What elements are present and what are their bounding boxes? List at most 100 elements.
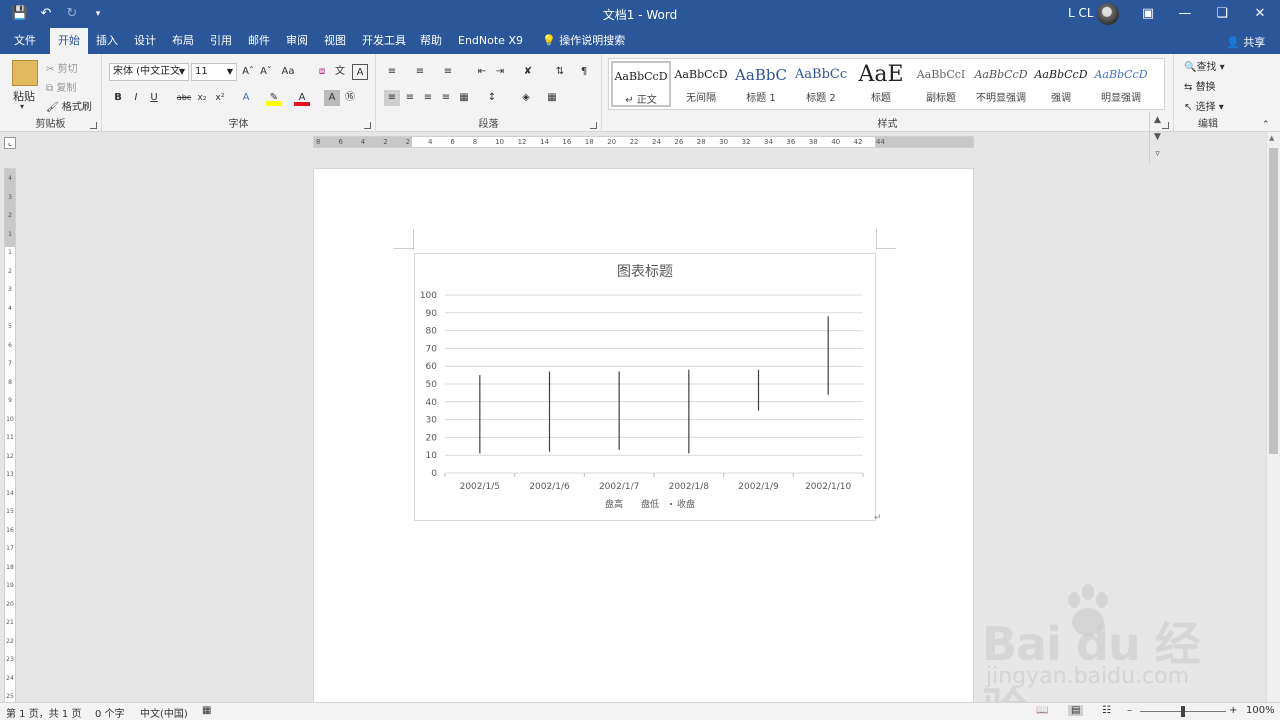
more-styles-icon[interactable]: ▿ — [1150, 146, 1165, 163]
select-button[interactable]: ↖ 选择 ▾ — [1184, 98, 1224, 113]
word-count[interactable]: 0 个字 — [95, 705, 125, 720]
shrink-font-icon[interactable]: Aˇ — [258, 64, 274, 80]
style-heading-1[interactable]: AaBbC 标题 1 — [731, 61, 791, 107]
chevron-up-icon[interactable]: ▲ — [1150, 112, 1165, 129]
collapse-ribbon-icon[interactable]: ⌃ — [1262, 120, 1270, 130]
increase-indent-icon[interactable]: ⇥ — [492, 64, 508, 80]
scroll-up-icon[interactable]: ▲ — [1269, 134, 1274, 142]
tab-developer[interactable]: 开发工具 — [354, 28, 414, 54]
close-icon[interactable]: ✕ — [1250, 4, 1270, 24]
font-size-combo[interactable]: 11 ▼ — [191, 63, 237, 81]
macro-record-icon[interactable]: ▦ — [202, 705, 211, 716]
ribbon-display-icon[interactable]: ▣ — [1138, 4, 1158, 24]
style-heading-2[interactable]: AaBbCc 标题 2 — [791, 61, 851, 107]
paragraph-launcher[interactable] — [590, 122, 597, 129]
format-painter-button[interactable]: 🖌 格式刷 — [46, 98, 92, 113]
minimize-icon[interactable]: — — [1175, 4, 1195, 24]
tab-selector[interactable]: ⌞ — [4, 137, 16, 149]
vertical-scrollbar[interactable]: ▲ — [1266, 132, 1280, 702]
tab-insert[interactable]: 插入 — [88, 28, 126, 54]
show-marks-icon[interactable]: ¶ — [576, 64, 592, 80]
asian-layout-icon[interactable]: ✘ — [520, 64, 536, 80]
strikethrough-icon[interactable]: abc — [176, 90, 192, 106]
font-launcher[interactable] — [364, 122, 371, 129]
tab-design[interactable]: 设计 — [126, 28, 164, 54]
tab-references[interactable]: 引用 — [202, 28, 240, 54]
multilevel-list-icon[interactable]: ≡ — [440, 64, 456, 80]
read-mode-icon[interactable]: 📖 — [1036, 705, 1048, 716]
style-no-spacing[interactable]: AaBbCcD 无间隔 — [671, 61, 731, 107]
paste-icon[interactable] — [12, 60, 38, 86]
avatar[interactable] — [1097, 3, 1119, 25]
change-case-icon[interactable]: Aa — [280, 64, 296, 80]
tell-me-search[interactable]: 💡 操作说明搜索 — [534, 28, 633, 54]
web-layout-icon[interactable]: ☷ — [1102, 705, 1111, 716]
align-center-icon[interactable]: ≡ — [402, 90, 418, 106]
tab-layout[interactable]: 布局 — [164, 28, 202, 54]
tab-view[interactable]: 视图 — [316, 28, 354, 54]
find-button[interactable]: 🔍查找 ▾ — [1184, 58, 1225, 73]
font-name-value: 宋体 (中文正文 — [113, 66, 181, 77]
grow-font-icon[interactable]: Aˆ — [240, 64, 256, 80]
style-subtle-emphasis[interactable]: AaBbCcD 不明显强调 — [971, 61, 1031, 107]
numbering-icon[interactable]: ≡ — [412, 64, 428, 80]
page-count[interactable]: 第 1 页，共 1 页 — [6, 705, 81, 720]
tab-mailings[interactable]: 邮件 — [240, 28, 278, 54]
highlight-icon[interactable]: ✎ — [266, 90, 282, 106]
style-title[interactable]: AaE 标题 — [851, 61, 911, 107]
print-layout-icon[interactable]: ▤ — [1068, 705, 1084, 716]
replace-button[interactable]: ⇆ 替换 — [1184, 78, 1216, 93]
maximize-icon[interactable]: ❏ — [1212, 4, 1232, 24]
decrease-indent-icon[interactable]: ⇤ — [474, 64, 490, 80]
vertical-ruler[interactable]: 4 3 2 1 1 2 3 4 5 6 7 8 9 10 11 12 13 14 15 16 17 18 19 20 21 22 2… — [4, 168, 16, 708]
style-subtitle[interactable]: AaBbCcI 副标题 — [911, 61, 971, 107]
tab-home[interactable]: 开始 — [50, 28, 88, 54]
language[interactable]: 中文(中国) — [140, 705, 188, 720]
zoom-level[interactable]: 100% — [1246, 705, 1275, 716]
style-emphasis[interactable]: AaBbCcD 强调 — [1031, 61, 1091, 107]
italic-icon[interactable]: I — [128, 90, 144, 106]
zoom-in-icon[interactable]: + — [1229, 705, 1237, 716]
cut-button[interactable]: ✂ 剪切 — [46, 60, 78, 75]
sort-icon[interactable]: ⇅ — [552, 64, 568, 80]
style-sample: AaBbCcD — [674, 68, 728, 81]
text-effects-icon[interactable]: A — [238, 90, 254, 106]
superscript-icon[interactable]: x² — [212, 90, 228, 106]
style-intense-emphasis[interactable]: AaBbCcD 明显强调 — [1091, 61, 1151, 107]
document-page[interactable]: 0 10 20 30 40 50 60 70 80 90 100 2002/1/5 2002/1/6 2… — [313, 168, 974, 708]
char-shading-icon[interactable]: A — [324, 90, 340, 106]
zoom-slider-thumb[interactable] — [1181, 706, 1185, 717]
font-color-icon[interactable]: A — [294, 90, 310, 106]
enclose-char-icon[interactable]: ⑯ — [342, 90, 358, 106]
align-left-icon[interactable]: ≡ — [384, 90, 400, 106]
tab-endnote[interactable]: EndNote X9 — [450, 28, 531, 54]
style-normal[interactable]: AaBbCcD ↵ 正文 — [611, 61, 671, 107]
subscript-icon[interactable]: x₂ — [194, 90, 210, 106]
user-name[interactable]: L CL — [1068, 6, 1094, 20]
clear-format-icon[interactable]: ⧈ — [314, 64, 330, 80]
tab-review[interactable]: 审阅 — [278, 28, 316, 54]
distributed-icon[interactable]: ▦ — [456, 90, 472, 106]
justify-icon[interactable]: ≡ — [438, 90, 454, 106]
char-border-icon[interactable]: A — [352, 64, 368, 80]
paste-dropdown-icon[interactable]: ▾ — [20, 102, 24, 111]
font-name-combo[interactable]: 宋体 (中文正文 ▼ — [109, 63, 189, 81]
tab-file[interactable]: 文件 — [6, 28, 44, 54]
bold-icon[interactable]: B — [110, 90, 126, 106]
stock-chart[interactable]: 0 10 20 30 40 50 60 70 80 90 100 2002/1/5 2002/1/6 2… — [414, 253, 876, 521]
chevron-down-icon[interactable]: ▼ — [1150, 129, 1165, 146]
borders-icon[interactable]: ▦ — [544, 90, 560, 106]
tab-help[interactable]: 帮助 — [412, 28, 450, 54]
clipboard-launcher[interactable] — [90, 122, 97, 129]
share-button[interactable]: 👤 共享 — [1226, 34, 1265, 50]
zoom-out-icon[interactable]: – — [1127, 705, 1132, 716]
scroll-thumb[interactable] — [1269, 148, 1278, 454]
bullets-icon[interactable]: ≡ — [384, 64, 400, 80]
phonetic-guide-icon[interactable]: 文 — [332, 64, 348, 80]
horizontal-ruler[interactable]: 8 6 4 2 2 4 6 8 10 12 14 16 18 20 22 24 26 28 30 32 34 36 38 40… — [313, 136, 974, 148]
line-spacing-icon[interactable]: ↕ — [484, 90, 500, 106]
underline-icon[interactable]: U — [146, 90, 162, 106]
align-right-icon[interactable]: ≡ — [420, 90, 436, 106]
copy-button[interactable]: ⧉ 复制 — [46, 79, 76, 94]
shading-icon[interactable]: ◈ — [518, 90, 534, 106]
